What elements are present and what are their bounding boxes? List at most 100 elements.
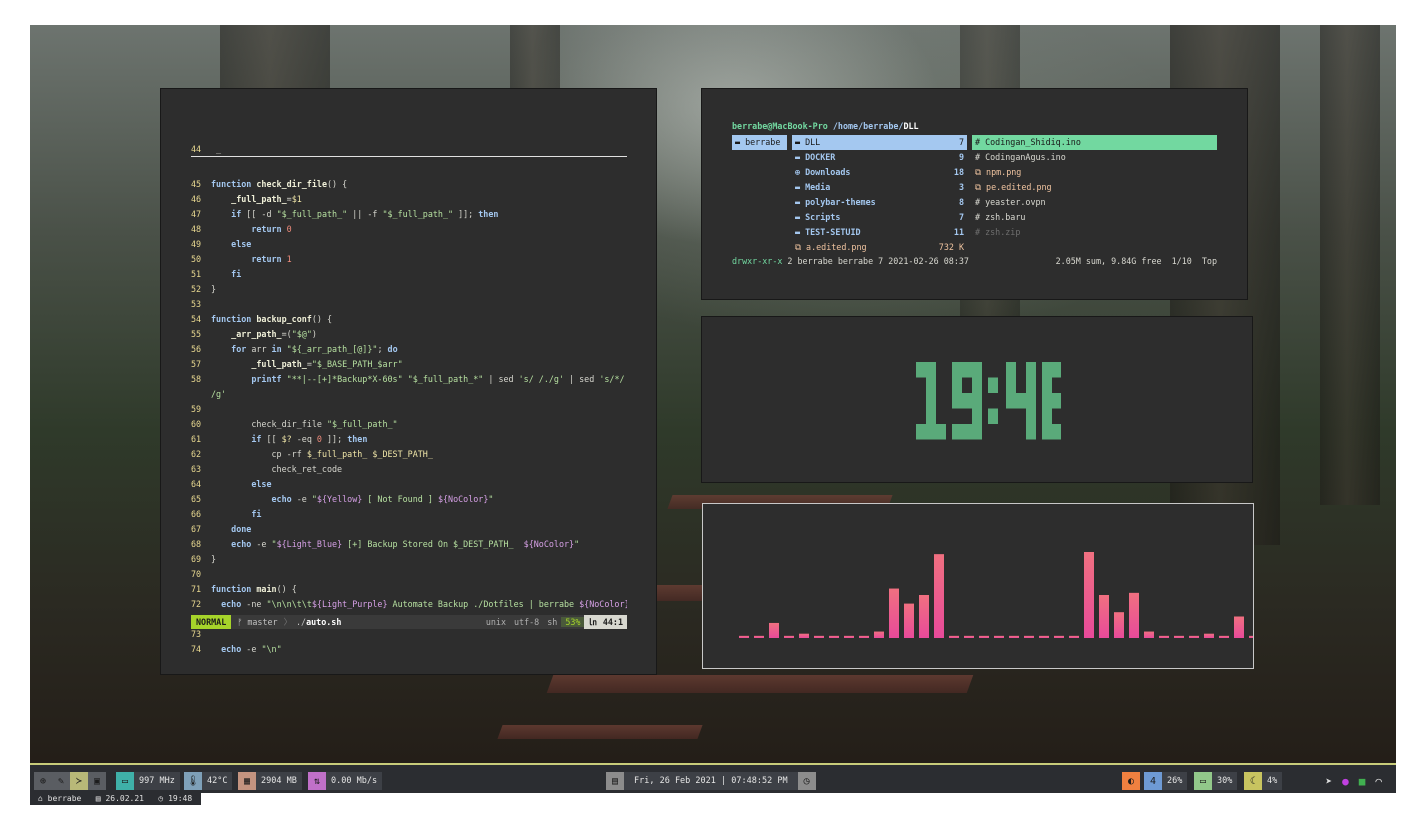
file-icon: # <box>975 137 986 147</box>
code-line[interactable]: 69} <box>191 552 627 567</box>
visualizer-bar <box>919 595 929 638</box>
code-line[interactable]: 68 echo -e "${Light_Blue} [+] Backup Sto… <box>191 537 627 552</box>
code-line[interactable]: 70 <box>191 567 627 582</box>
fm-entry[interactable]: ▬ polybar-themes 8 <box>792 195 967 210</box>
clock-icon: ◷ <box>797 772 816 790</box>
visualizer-bar <box>964 635 974 638</box>
code-line[interactable]: 73 <box>191 627 627 642</box>
line-text: echo -ne "\n\n\t\t${Light_Purple} Automa… <box>221 599 627 609</box>
fm-entry[interactable]: ▬ TEST-SETUID 11 <box>792 225 967 240</box>
fm-entry[interactable]: ⧉ a.edited.png 732 K <box>792 240 967 255</box>
line-number: 65 <box>191 494 202 504</box>
fm-entry[interactable]: ▬ DOCKER 9 <box>792 150 967 165</box>
code-line[interactable]: 54 function backup_conf() { <box>191 312 627 327</box>
globe-icon[interactable]: ⊕ <box>34 772 52 790</box>
code-line[interactable]: 62 cp -rf $_full_path_ $_DEST_PATH_ <box>191 447 627 462</box>
code-lines[interactable]: 45 function check_dir_file() {46 _full_pa… <box>191 177 627 657</box>
fm-entry-name: TEST-SETUID <box>805 227 861 237</box>
file-icon: # <box>975 152 986 162</box>
code-line[interactable]: 65 echo -e "${Yellow} [ Not Found ] ${No… <box>191 492 627 507</box>
code-line[interactable]: 56 for arr in "${_arr_path_[@]}"; do <box>191 342 627 357</box>
brightness-module[interactable]: ◐ <box>1122 772 1140 790</box>
line-number: 57 <box>191 359 202 369</box>
code-line[interactable]: 47 if [[ -d "$_full_path_" || -f "$_full… <box>191 207 627 222</box>
code-line[interactable]: 45 function check_dir_file() { <box>191 177 627 192</box>
code-line[interactable]: 71 function main() { <box>191 582 627 597</box>
line-text: } <box>211 284 217 294</box>
fm-entry[interactable]: # CodinganAgus.ino <box>972 150 1217 165</box>
fm-parent-column[interactable]: ▬ berrabe <box>732 135 787 150</box>
fm-disk-info: 2.05M sum, 9.84G free 1/10 Top <box>1055 256 1217 266</box>
code-line[interactable]: 61 if [[ $? -eq 0 ]]; then <box>191 432 627 447</box>
fm-entry[interactable]: ⧉ pe.edited.png <box>972 180 1217 195</box>
temperature-module: 🌡 42°C <box>184 772 233 790</box>
line-number: 46 <box>191 194 202 204</box>
wallpaper-plank <box>497 725 703 739</box>
code-line[interactable]: 48 return 0 <box>191 222 627 237</box>
wifi-icon[interactable]: ◠ <box>1375 775 1382 788</box>
fm-entry[interactable]: ⧉ npm.png <box>972 165 1217 180</box>
fm-prompt-path: /home/berrabe/ <box>832 121 904 131</box>
line-number: 60 <box>191 419 202 429</box>
code-line[interactable]: 57 _full_path_="$_BASE_PATH_$arr" <box>191 357 627 372</box>
code-line[interactable]: 72 echo -ne "\n\n\t\t${Light_Purple} Aut… <box>191 597 627 612</box>
line-text: return 1 <box>251 254 292 264</box>
code-line[interactable]: 58 printf "**|--[+]*Backup*X-60s" "$_ful… <box>191 372 627 387</box>
firefox-icon[interactable]: ● <box>1342 775 1349 788</box>
fm-entry[interactable]: # yeaster.ovpn <box>972 195 1217 210</box>
line-number: 68 <box>191 539 202 549</box>
code-line[interactable]: 63 check_ret_code <box>191 462 627 477</box>
code-line[interactable]: 53 <box>191 297 627 312</box>
telegram-icon[interactable]: ➤ <box>1326 775 1333 788</box>
code-line[interactable]: 67 done <box>191 522 627 537</box>
code-line[interactable]: 49 else <box>191 237 627 252</box>
visualizer-bar <box>889 588 899 638</box>
line-number: 73 <box>191 629 202 639</box>
file-manager-window[interactable]: berrabe@MacBook-Pro /home/berrabe/DLL ▬ … <box>701 88 1248 300</box>
fm-entry-name: a.edited.png <box>806 242 867 252</box>
fm-entry[interactable]: # zsh.baru <box>972 210 1217 225</box>
line-text: function backup_conf() { <box>211 314 333 324</box>
code-area[interactable]: 44 _ 45 function check_dir_file() {46 _fu… <box>191 122 627 677</box>
app-icon[interactable]: ■ <box>1359 775 1366 788</box>
fm-entry[interactable]: # zsh.zip <box>972 225 1217 240</box>
nightlight-value: 4% <box>1262 772 1283 790</box>
fm-entry[interactable]: ▬ berrabe <box>732 135 787 150</box>
fm-entry[interactable]: ⊕ Downloads 18 <box>792 165 967 180</box>
code-line[interactable]: 60 check_dir_file "$_full_path_" <box>191 417 627 432</box>
code-line[interactable]: 46 _full_path_=$1 <box>191 192 627 207</box>
code-line[interactable]: 50 return 1 <box>191 252 627 267</box>
volume-module[interactable]: 4 26% <box>1144 772 1188 790</box>
code-line[interactable]: 55 _arr_path_=("$@") <box>191 327 627 342</box>
code-line[interactable]: 52} <box>191 282 627 297</box>
battery-icon: ▭ <box>1194 772 1212 790</box>
fm-current-column[interactable]: ▬ DLL 7 ▬ DOCKER 9 ⊕ Downloads 18 ▬ Media 3 ▬ po… <box>792 135 967 255</box>
code-line[interactable]: 66 fi <box>191 507 627 522</box>
fm-preview-column[interactable]: # Codingan_Shidiq.ino # CodinganAgus.ino ⧉… <box>972 135 1217 240</box>
code-line[interactable]: 51 fi <box>191 267 627 282</box>
datetime-module[interactable]: ▤ Fri, 26 Feb 2021 | 07:48:52 PM ◷ <box>606 772 816 790</box>
terminal-icon[interactable]: ≻ <box>70 772 88 790</box>
fm-entry-name: Downloads <box>805 167 851 177</box>
visualizer-bar <box>1234 616 1244 638</box>
nightlight-module[interactable]: ☾ 4% <box>1244 772 1283 790</box>
fm-entry[interactable]: ▬ DLL 7 <box>792 135 967 150</box>
code-line[interactable]: 64 else <box>191 477 627 492</box>
image-icon[interactable]: ▣ <box>88 772 106 790</box>
edit-icon[interactable]: ✎ <box>52 772 70 790</box>
fm-entry-count: 732 K <box>938 242 964 252</box>
code-line[interactable]: /g' <box>191 387 627 402</box>
editor-window[interactable]: 44 _ 45 function check_dir_file() {46 _fu… <box>160 88 657 675</box>
line-number: 74 <box>191 644 202 654</box>
line-text: function check_dir_file() { <box>211 179 348 189</box>
fm-entry[interactable]: # Codingan_Shidiq.ino <box>972 135 1217 150</box>
cursor-line[interactable]: 44 _ <box>191 142 627 157</box>
line-text: cp -rf $_full_path_ $_DEST_PATH_ <box>211 449 433 459</box>
code-line[interactable]: 74 echo -e "\n" <box>191 642 627 657</box>
line-text: } <box>211 554 217 564</box>
fm-file-info: 2 berrabe berrabe 7 2021-02-26 08:37 <box>787 256 969 266</box>
fm-entry[interactable]: ▬ Media 3 <box>792 180 967 195</box>
visualizer-bar <box>1039 635 1049 638</box>
fm-entry[interactable]: ▬ Scripts 7 <box>792 210 967 225</box>
code-line[interactable]: 59 <box>191 402 627 417</box>
